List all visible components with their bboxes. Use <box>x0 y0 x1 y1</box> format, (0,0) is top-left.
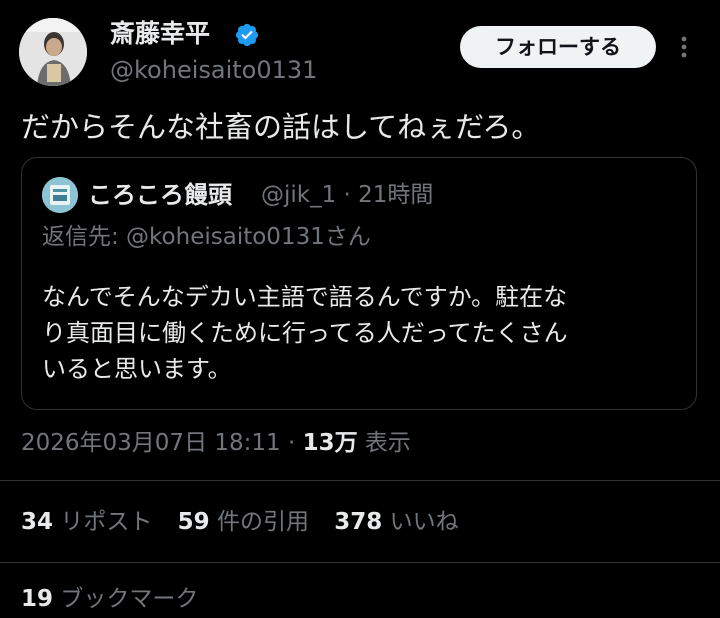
likes-stat[interactable]: 378 いいね <box>334 503 458 541</box>
bookmarks-label: ブックマーク <box>53 586 199 612</box>
quoted-text-line: いると思います。 <box>42 355 232 383</box>
author-avatar[interactable] <box>19 18 87 86</box>
likes-label: いいね <box>382 509 459 535</box>
quoted-text-line: なんでそんなデカい主語で語るんですか。駐在な <box>42 283 568 311</box>
tweet-text: だからそんな社畜の話はしてねぇだろ。 <box>21 110 541 144</box>
bookmarks-count: 19 <box>21 586 54 612</box>
quoted-text-line: り真面目に働くために行ってる人だってたくさん <box>42 319 568 347</box>
quoted-tweet-text: なんでそんなデカい主語で語るんですか。駐在な り真面目に働くために行ってる人だっ… <box>42 279 682 387</box>
author-display-name[interactable]: 斎藤幸平 <box>110 14 210 54</box>
quoted-reply-to: 返信先: @koheisaito0131さん <box>42 224 371 250</box>
divider <box>0 562 720 563</box>
reposts-stat[interactable]: 34 リポスト <box>21 503 152 541</box>
tweet-timestamp[interactable]: 2026年03月07日 18:11 · <box>21 430 303 456</box>
quoted-handle-time[interactable]: @jik_1 · 21時間 <box>261 175 433 215</box>
quotes-count: 59 <box>177 509 210 535</box>
verified-badge-icon[interactable] <box>234 22 260 48</box>
quoted-author-avatar[interactable] <box>42 177 78 213</box>
author-handle[interactable]: @koheisaito0131 <box>110 52 317 88</box>
engagement-stats: 34 リポスト 59 件の引用 378 いいね <box>21 503 477 541</box>
author-avatar-image <box>19 18 87 86</box>
quoted-avatar-image <box>42 177 78 213</box>
divider <box>0 480 720 481</box>
quoted-author-name[interactable]: ころころ饅頭 <box>88 175 232 215</box>
reposts-label: リポスト <box>53 509 153 535</box>
follow-button[interactable]: フォローする <box>460 26 656 68</box>
quotes-label: 件の引用 <box>209 509 309 535</box>
views-count: 13万 <box>302 430 358 456</box>
quotes-stat[interactable]: 59 件の引用 <box>178 503 309 541</box>
bookmarks-stat[interactable]: 19 ブックマーク <box>21 580 216 618</box>
views-label: 表示 <box>357 430 411 456</box>
more-options-icon[interactable] <box>670 32 698 62</box>
likes-count: 378 <box>334 509 383 535</box>
reposts-count: 34 <box>21 509 54 535</box>
tweet-meta: 2026年03月07日 18:11 · 13万 表示 <box>21 425 411 461</box>
